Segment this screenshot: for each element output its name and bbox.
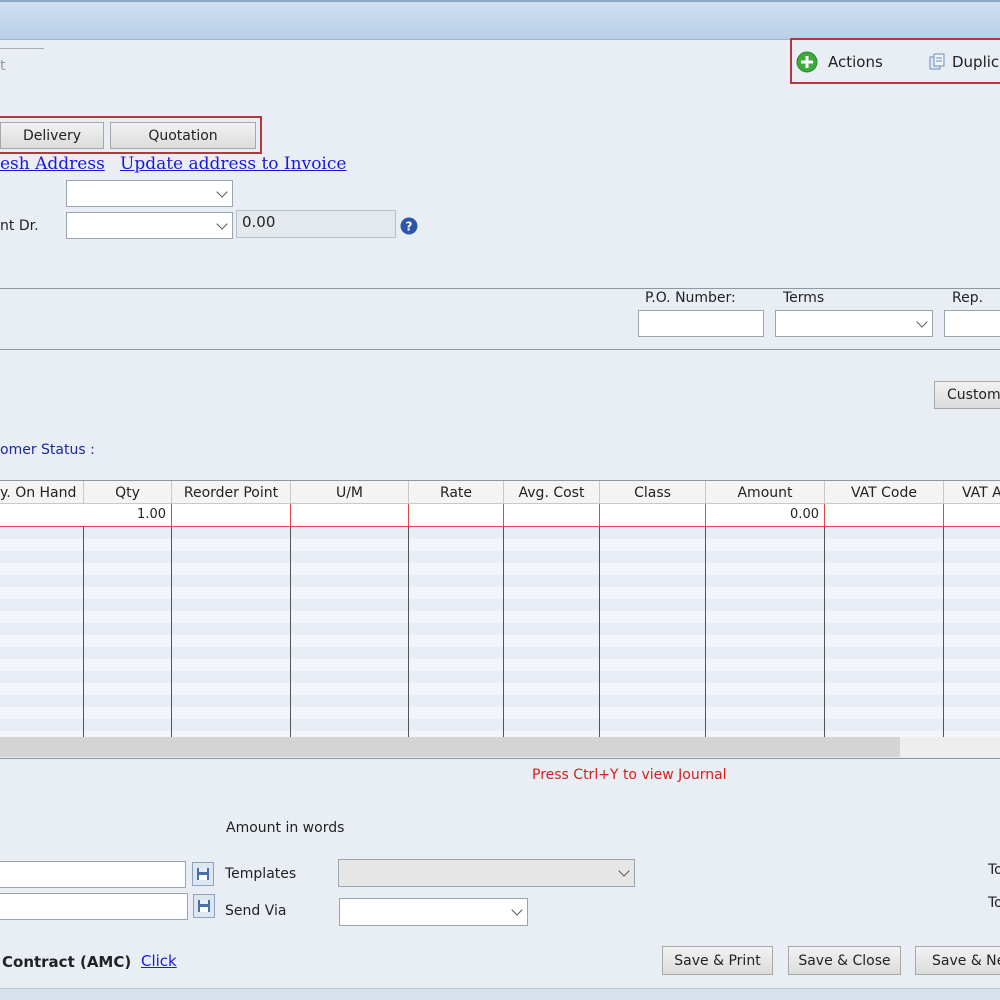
cell-vat-code[interactable] (825, 504, 944, 526)
plus-circle-icon (796, 51, 818, 73)
column-header-amount[interactable]: Amount (706, 481, 825, 505)
horizontal-scrollbar-thumb[interactable] (0, 737, 900, 757)
customer-job-dropdown[interactable] (66, 180, 233, 207)
column-divider (171, 527, 172, 737)
column-header-on-hand[interactable]: y. On Hand (0, 481, 84, 505)
po-number-input[interactable] (638, 310, 764, 337)
tab-label[interactable]: t (0, 58, 6, 74)
amount-cell-value: 0.00 (790, 507, 819, 522)
po-number-label: P.O. Number: (645, 290, 736, 306)
tab-underline (0, 48, 44, 49)
question-circle-icon[interactable]: ? (400, 217, 418, 239)
column-header-avg-cost[interactable]: Avg. Cost (504, 481, 600, 505)
column-divider (705, 527, 706, 737)
quotation-button[interactable]: Quotation (110, 122, 256, 149)
amc-click-link[interactable]: Click (141, 952, 177, 970)
cell-avg-cost[interactable] (504, 504, 600, 526)
cell-rate[interactable] (409, 504, 504, 526)
amc-label: Contract (AMC) (2, 953, 132, 971)
chevron-down-icon (511, 904, 523, 916)
duplicate-button[interactable]: Duplica (928, 50, 1000, 74)
section-divider-bottom (0, 349, 1000, 350)
horizontal-scrollbar-track[interactable] (900, 737, 1000, 757)
svg-text:?: ? (406, 220, 413, 234)
column-divider (824, 527, 825, 737)
memo-input[interactable] (0, 861, 186, 888)
column-header-um[interactable]: U/M (291, 481, 409, 505)
window-title-bar (0, 0, 1000, 40)
window-bottom-border (0, 988, 1000, 1000)
delivery-button[interactable]: Delivery (0, 122, 104, 149)
to-label-2: To (988, 895, 1000, 911)
save-print-button[interactable]: Save & Print (662, 946, 773, 975)
copy-document-icon (928, 53, 946, 71)
column-header-reorder-point[interactable]: Reorder Point (172, 481, 291, 505)
rep-label: Rep. (952, 290, 984, 306)
templates-label: Templates (225, 866, 297, 882)
amount-field: 0.00 (236, 210, 396, 238)
actions-label: Actions (828, 53, 883, 71)
update-address-link[interactable]: Update address to Invoice (120, 154, 346, 174)
to-label-1: To (988, 862, 1000, 878)
column-divider (290, 527, 291, 737)
column-divider (503, 527, 504, 737)
item-grid-body[interactable] (0, 527, 1000, 737)
chevron-down-icon (916, 315, 928, 328)
chevron-down-icon (618, 865, 630, 877)
send-via-dropdown[interactable] (339, 898, 528, 926)
item-grid-header: y. On Hand Qty Reorder Point U/M Rate Av… (0, 480, 1000, 505)
chevron-down-icon (216, 217, 228, 230)
amount-in-words-label: Amount in words (226, 820, 345, 836)
column-divider (408, 527, 409, 737)
cell-reorder-point[interactable] (172, 504, 291, 526)
account-dr-label: nt Dr. (0, 218, 39, 234)
cell-amount[interactable]: 0.00 (706, 504, 825, 526)
cell-um[interactable] (291, 504, 409, 526)
customer-status-label: omer Status : (0, 442, 95, 458)
account-dr-dropdown[interactable] (66, 212, 233, 239)
save-new-button[interactable]: Save & Ne (915, 946, 1000, 975)
rep-input[interactable] (944, 310, 1000, 337)
floppy-disk-icon[interactable] (192, 862, 214, 886)
table-row[interactable]: 1.00 0.00 (0, 504, 1000, 527)
window-frame-top (0, 0, 1000, 2)
column-divider (83, 527, 84, 737)
terms-label: Terms (783, 290, 825, 306)
column-header-class[interactable]: Class (600, 481, 706, 505)
column-divider (943, 527, 944, 737)
templates-dropdown[interactable] (338, 859, 635, 887)
column-header-vat-amount[interactable]: VAT A (944, 481, 1000, 505)
custom-fields-button[interactable]: Custom F (934, 381, 1000, 409)
column-divider (599, 527, 600, 737)
column-header-rate[interactable]: Rate (409, 481, 504, 505)
actions-button[interactable]: Actions (796, 50, 883, 74)
duplicate-label: Duplica (952, 53, 1000, 71)
terms-dropdown[interactable] (775, 310, 933, 337)
chevron-down-icon (216, 185, 228, 198)
floppy-disk-icon[interactable] (193, 894, 215, 918)
amount-value: 0.00 (242, 213, 276, 231)
journal-hint: Press Ctrl+Y to view Journal (532, 767, 727, 783)
cell-class[interactable] (600, 504, 706, 526)
send-via-label: Send Via (225, 903, 287, 919)
column-header-vat-code[interactable]: VAT Code (825, 481, 944, 505)
qty-value: 1.00 (137, 507, 166, 522)
column-header-qty[interactable]: Qty (84, 481, 172, 505)
section-divider-top (0, 288, 1000, 289)
save-close-button[interactable]: Save & Close (788, 946, 901, 975)
cell-qty[interactable]: 1.00 (84, 504, 172, 526)
message-input[interactable] (0, 893, 188, 920)
grid-bottom-border (0, 758, 1000, 759)
refresh-address-link[interactable]: esh Address (0, 154, 105, 174)
